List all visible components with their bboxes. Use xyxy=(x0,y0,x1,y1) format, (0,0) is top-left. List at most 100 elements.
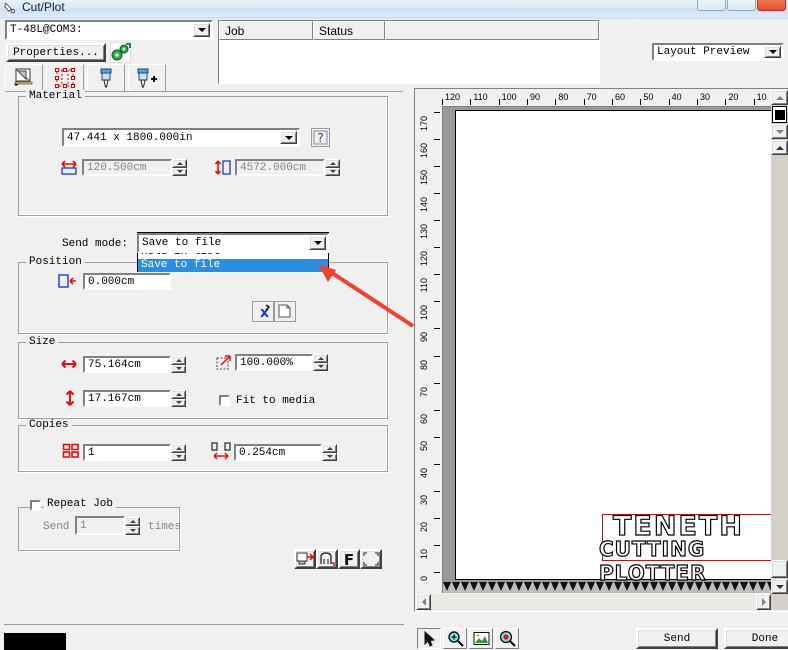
color-name-label: Black xyxy=(32,636,62,650)
repeat-times-value: 1 xyxy=(80,519,87,532)
send-mode-value: Save to file xyxy=(142,237,222,249)
bounding-box-button[interactable] xyxy=(360,549,382,569)
repeat-times-spinner[interactable] xyxy=(125,517,140,535)
ruler-tick-v: 10 xyxy=(419,548,429,559)
cut-plot-window: Cut/Plot T-48L@COM3: Properties... Mater… xyxy=(0,0,788,650)
tab-pen-add[interactable] xyxy=(128,64,166,91)
preview-vertical-scrollbar[interactable] xyxy=(771,90,788,610)
scroll-page-down-button[interactable] xyxy=(771,579,788,594)
send-mode-option-save-to-file[interactable]: Save to file xyxy=(138,259,328,272)
weed-border-button[interactable] xyxy=(316,549,338,569)
artwork-bounding-box[interactable]: TENETH CUTTING PLOTTER xyxy=(598,510,774,586)
material-height-value: 4572.000cm xyxy=(240,161,307,174)
copies-group-title: Copies xyxy=(26,419,72,431)
font-f-icon: F xyxy=(344,551,354,567)
scroll-left-button[interactable] xyxy=(416,594,431,610)
blank-column-header[interactable] xyxy=(385,21,599,40)
send-mode-select[interactable]: Save to file xyxy=(137,233,329,253)
material-help-button[interactable]: ? xyxy=(311,128,330,147)
material-height-spinner[interactable] xyxy=(325,159,340,176)
media-sheet[interactable]: TENETH CUTTING PLOTTER xyxy=(455,110,775,586)
material-width-spinner[interactable] xyxy=(172,159,187,176)
artwork-line2: CUTTING PLOTTER xyxy=(598,536,707,585)
material-height-field[interactable]: 4572.000cm xyxy=(235,159,325,176)
copies-count-value: 1 xyxy=(88,446,95,459)
ruler-tick-h: 90 xyxy=(530,92,541,102)
chevron-down-icon[interactable] xyxy=(309,236,326,250)
repeat-job-checkbox[interactable] xyxy=(30,500,41,511)
zoom-in-tool[interactable] xyxy=(443,628,467,649)
preview-horizontal-scrollbar[interactable] xyxy=(416,594,771,610)
set-origin-button[interactable]: x xyxy=(252,301,274,322)
scroll-right-button[interactable] xyxy=(756,594,771,610)
size-width-field[interactable]: 75.164cm xyxy=(83,356,171,373)
preview-canvas[interactable]: TENETH CUTTING PLOTTER xyxy=(443,107,782,593)
scroll-thumb[interactable] xyxy=(771,560,788,578)
material-size-select[interactable]: 47.441 x 1800.000in xyxy=(62,128,300,147)
scale-icon xyxy=(216,355,231,370)
close-button[interactable] xyxy=(757,0,786,11)
window-controls xyxy=(697,0,786,11)
device-select-value: T-48L@COM3: xyxy=(10,24,83,36)
page-corner-button[interactable] xyxy=(274,301,296,322)
tab-cut-sheet[interactable] xyxy=(5,64,43,91)
scroll-down-button[interactable] xyxy=(771,124,788,139)
scroll-up-button[interactable] xyxy=(771,90,788,105)
size-height-spinner[interactable] xyxy=(171,390,186,407)
layout-preview-value: Layout Preview xyxy=(657,46,750,58)
send-button-label: Send xyxy=(663,632,691,645)
hscroll-track[interactable] xyxy=(431,594,756,610)
status-column-header[interactable]: Status xyxy=(313,21,385,40)
ruler-tick-h: 120 xyxy=(445,92,461,102)
refresh-gears-button[interactable] xyxy=(109,41,132,64)
select-arrow-tool[interactable] xyxy=(417,628,441,649)
scale-field[interactable]: 100.000% xyxy=(235,354,313,371)
tab-pen[interactable] xyxy=(87,64,125,91)
bounding-box-icon xyxy=(363,552,379,566)
size-height-field[interactable]: 17.167cm xyxy=(83,390,171,407)
device-select[interactable]: T-48L@COM3: xyxy=(5,20,213,40)
zoom-selection-tool[interactable] xyxy=(495,628,519,649)
material-width-field[interactable]: 120.500cm xyxy=(82,159,172,176)
chevron-down-icon[interactable] xyxy=(280,131,297,144)
ruler-tick-h: 40 xyxy=(671,92,682,102)
position-group-title: Position xyxy=(26,256,85,268)
copies-spacing-spinner[interactable] xyxy=(322,444,337,461)
send-mode-label: Send mode: xyxy=(62,238,129,250)
copies-count-spinner[interactable] xyxy=(171,444,186,461)
fit-to-media-label: Fit to media xyxy=(236,395,316,407)
width-arrow-icon xyxy=(61,160,77,175)
done-button[interactable]: Done xyxy=(724,628,788,649)
sheet-icon xyxy=(14,68,33,86)
repeat-times-field[interactable]: 1 xyxy=(75,516,125,535)
scale-spinner[interactable] xyxy=(313,354,328,371)
copies-count-field[interactable]: 1 xyxy=(83,444,171,461)
position-x-value: 0.000cm xyxy=(88,275,135,288)
tab-selection[interactable] xyxy=(46,64,84,91)
fit-to-media-checkbox[interactable] xyxy=(219,395,230,406)
ruler-tick-v: 140 xyxy=(419,197,429,213)
maximize-button[interactable] xyxy=(727,0,756,11)
layout-preview-select[interactable]: Layout Preview xyxy=(652,43,784,61)
left-panel: T-48L@COM3: Properties... Material 47.44… xyxy=(0,20,408,630)
ruler-tick-h: 20 xyxy=(728,92,739,102)
ruler-tick-h: 80 xyxy=(558,92,569,102)
chevron-down-icon[interactable] xyxy=(764,46,781,58)
job-column-header[interactable]: Job xyxy=(219,21,313,40)
size-width-spinner[interactable] xyxy=(171,356,186,373)
ruler-tick-v: 150 xyxy=(419,170,429,186)
properties-button[interactable]: Properties... xyxy=(6,43,106,62)
position-x-field[interactable]: 0.000cm xyxy=(83,273,171,290)
scroll-page-up-button[interactable] xyxy=(771,140,788,155)
job-list[interactable]: Job Status xyxy=(218,20,600,84)
chevron-down-icon[interactable] xyxy=(193,23,210,37)
cut-plot-icon xyxy=(4,2,16,14)
properties-button-label: Properties... xyxy=(13,46,99,59)
layer-color-swatch[interactable] xyxy=(772,106,787,123)
fit-image-tool[interactable] xyxy=(469,628,493,649)
copies-spacing-field[interactable]: 0.254cm xyxy=(234,444,322,461)
font-button[interactable]: F xyxy=(338,549,360,569)
minimize-button[interactable] xyxy=(697,0,726,11)
send-to-plotter-button[interactable] xyxy=(294,549,316,569)
send-button[interactable]: Send xyxy=(636,628,718,649)
